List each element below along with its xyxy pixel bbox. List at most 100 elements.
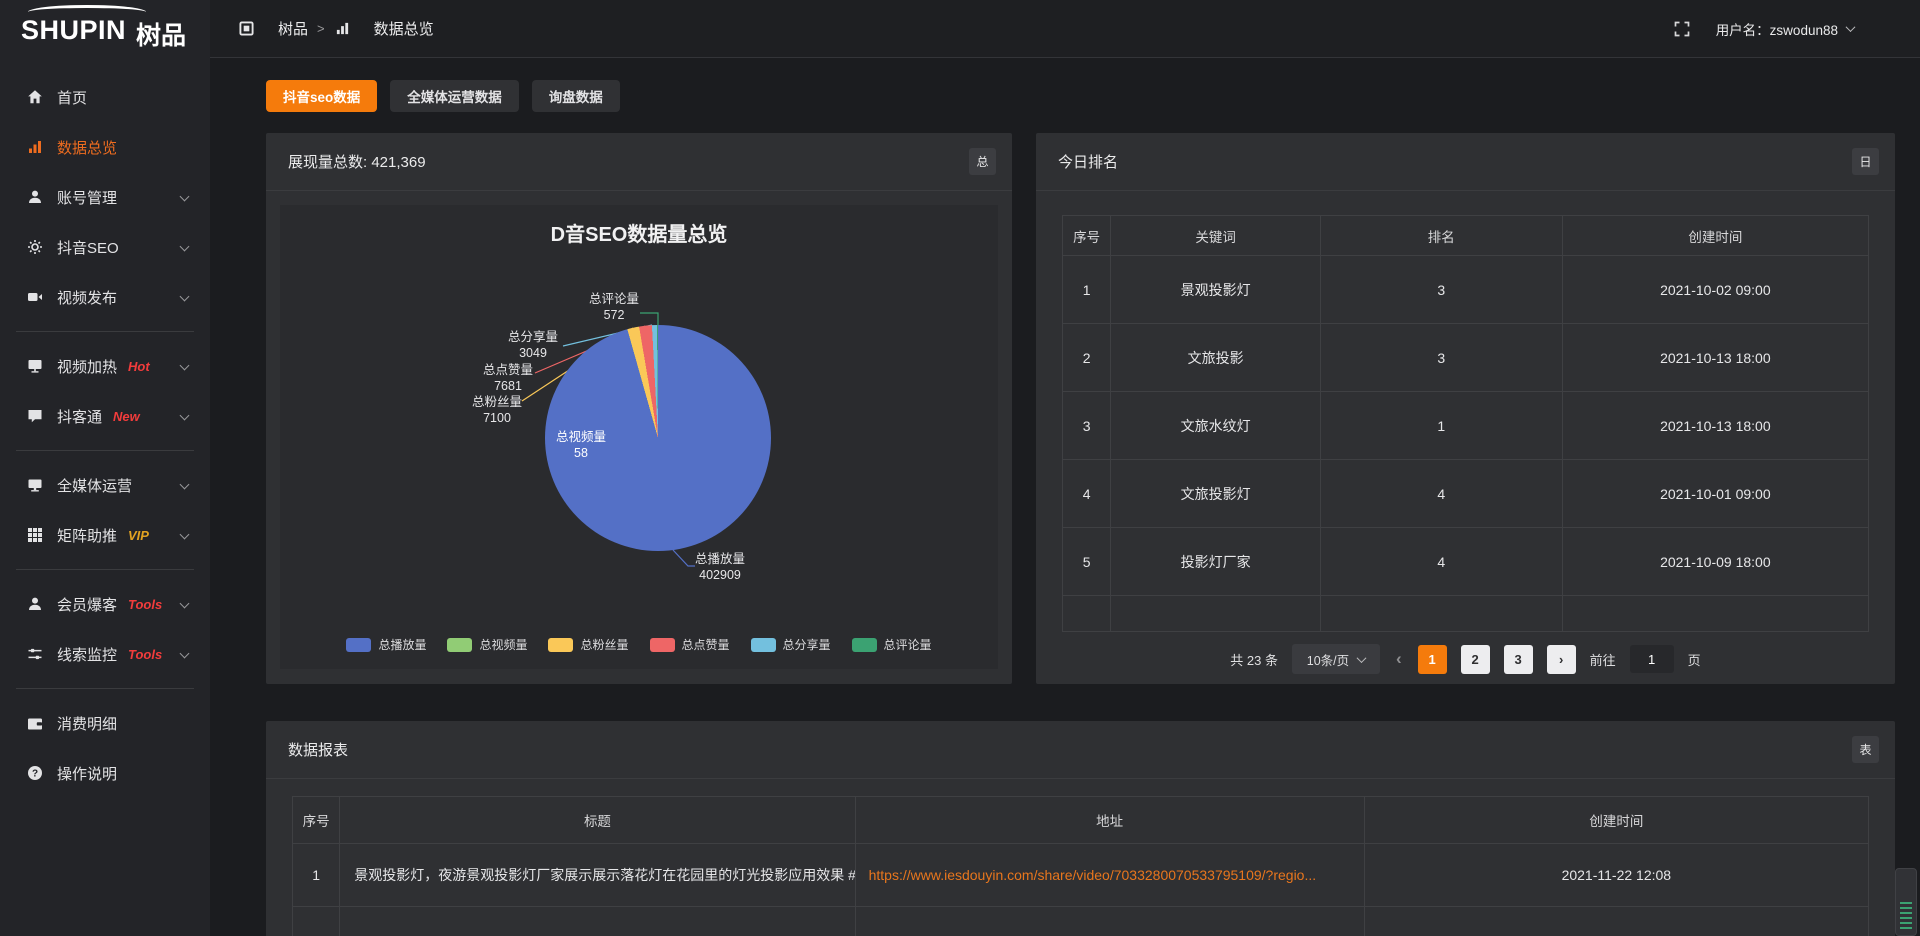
bar-chart-icon [26,139,43,156]
page-button-3[interactable]: 3 [1504,645,1533,674]
prev-page-button[interactable]: ‹ [1394,649,1404,669]
legend-item-comments[interactable]: 总评论量 [852,636,932,653]
sidebar-menu: 首页 数据总览 账号管理 抖音SEO 视频发布 视频加热 Hot [0,58,210,798]
sidebar-item-help[interactable]: ? 操作说明 [0,748,210,798]
legend-label: 总播放量 [378,636,426,653]
pie-label-name: 总评论量 [574,291,654,307]
sidebar-item-video-heat[interactable]: 视频加热 Hot [0,341,210,391]
table-toggle-button[interactable]: 表 [1852,736,1879,763]
sidebar-item-video-publish[interactable]: 视频发布 [0,272,210,322]
cell-keyword: 文旅投影灯 [1111,460,1321,528]
pie-chart-region: D音SEO数据量总览 总评论量 572 总分享量 3049 总点赞量 7681 [280,205,998,669]
wallet-icon [26,715,43,732]
user-menu[interactable]: 用户名：zswodun88 [1716,19,1854,39]
col-created: 创建时间 [1364,797,1868,844]
breadcrumb-page[interactable]: 数据总览 [374,18,434,39]
data-report-table: 序号 标题 地址 创建时间 1 景观投影灯，夜游景观投影灯厂家展示展示落花灯在花… [292,796,1869,936]
cell-rank: 1 [1320,392,1562,460]
breadcrumb-app[interactable]: 树品 [278,18,308,39]
pie-label-value: 3049 [493,345,573,361]
sidebar-item-label: 全媒体运营 [57,475,132,496]
sidebar-item-omni-media[interactable]: 全媒体运营 [0,460,210,510]
breadcrumb-separator: > [317,21,325,36]
sidebar-item-spend-detail[interactable]: 消费明细 [0,698,210,748]
cell-created: 2021-10-13 18:00 [1562,324,1868,392]
col-index: 序号 [1063,216,1111,256]
sidebar-item-matrix-boost[interactable]: 矩阵助推 VIP [0,510,210,560]
sidebar-item-douyin-seo[interactable]: 抖音SEO [0,222,210,272]
chevron-down-icon [180,192,190,202]
cell-rank: 4 [1320,528,1562,596]
chevron-down-icon [1357,653,1367,663]
table-header-row: 序号 标题 地址 创建时间 [293,797,1869,844]
person-icon [26,189,43,206]
pie-label-name: 总视频量 [541,429,621,445]
tab-omni-media-data[interactable]: 全媒体运营数据 [390,80,519,112]
cell-index: 4 [1063,460,1111,528]
sidebar-item-data-overview[interactable]: 数据总览 [0,122,210,172]
table-header-row: 序号 关键词 排名 创建时间 [1063,216,1869,256]
sidebar-item-label: 视频发布 [57,287,117,308]
goto-page-input[interactable]: 1 [1630,645,1674,673]
chevron-down-icon [180,530,190,540]
table-row[interactable]: 1 景观投影灯 3 2021-10-02 09:00 [1063,256,1869,324]
legend-item-videos[interactable]: 总视频量 [447,636,527,653]
chevron-down-icon [180,242,190,252]
pie-label-comments: 总评论量 572 [574,291,654,323]
pie-label-plays: 总播放量 402909 [675,551,765,583]
cell-created: 2021-10-01 09:00 [1562,460,1868,528]
legend-item-plays[interactable]: 总播放量 [346,636,426,653]
sidebar-item-label: 视频加热 [57,356,117,377]
cell-url-link[interactable]: https://www.iesdouyin.com/share/video/70… [855,844,1364,907]
legend-item-fans[interactable]: 总粉丝量 [548,636,628,653]
monitor-icon [26,358,43,375]
logo-text-cn: 树品 [136,16,186,52]
legend-swatch [852,638,877,652]
pie-label-name: 总播放量 [675,551,765,567]
legend-swatch [650,638,675,652]
table-row[interactable]: 2 文旅投影 3 2021-10-13 18:00 [1063,324,1869,392]
legend-item-shares[interactable]: 总分享量 [751,636,831,653]
sidebar-item-douketong[interactable]: 抖客通 New [0,391,210,441]
fullscreen-icon[interactable] [1674,21,1690,37]
chevron-down-icon [180,361,190,371]
total-toggle-button[interactable]: 总 [969,148,996,175]
next-page-button[interactable]: › [1547,645,1576,674]
sidebar-item-member-burst[interactable]: 会员爆客 Tools [0,579,210,629]
page-button-1[interactable]: 1 [1418,645,1447,674]
cell-keyword: 景观投影灯 [1111,256,1321,324]
cell-created: 2021-10-02 09:00 [1562,256,1868,324]
table-row[interactable]: 4 文旅投影灯 4 2021-10-01 09:00 [1063,460,1869,528]
legend-label: 总粉丝量 [580,636,628,653]
table-row[interactable]: 3 文旅水纹灯 1 2021-10-13 18:00 [1063,392,1869,460]
page-size-select[interactable]: 10条/页 [1292,644,1380,674]
chevron-down-icon [180,599,190,609]
tab-douyin-seo-data[interactable]: 抖音seo数据 [266,80,377,112]
scrollbar-thumb[interactable] [1895,868,1917,936]
home-icon [26,89,43,106]
pagination-total: 共 23 条 [1230,650,1278,669]
sidebar: SHUPIN 树品 首页 数据总览 账号管理 抖音SEO 视频发布 [0,0,210,936]
day-toggle-button[interactable]: 日 [1852,148,1879,175]
sidebar-item-label: 线索监控 [57,644,117,665]
table-row[interactable]: 1 景观投影灯，夜游景观投影灯厂家展示展示落花灯在花园里的灯光投影应用效果 # … [293,844,1869,907]
window-icon [238,20,255,37]
sidebar-item-lead-monitor[interactable]: 线索监控 Tools [0,629,210,679]
sidebar-item-account[interactable]: 账号管理 [0,172,210,222]
sidebar-item-label: 消费明细 [57,713,117,734]
tools-badge: Tools [128,597,162,612]
legend-label: 总分享量 [783,636,831,653]
legend-swatch [447,638,472,652]
pie-label-videos: 总视频量 58 [541,429,621,461]
sidebar-item-label: 抖客通 [57,406,102,427]
page-button-2[interactable]: 2 [1461,645,1490,674]
legend-item-likes[interactable]: 总点赞量 [650,636,730,653]
table-row[interactable]: 5 投影灯厂家 4 2021-10-09 18:00 [1063,528,1869,596]
sidebar-item-home[interactable]: 首页 [0,72,210,122]
table-row-empty [1063,596,1869,632]
report-table-wrap: 序号 标题 地址 创建时间 1 景观投影灯，夜游景观投影灯厂家展示展示落花灯在花… [292,796,1869,936]
legend-swatch [751,638,776,652]
gear-icon [26,239,43,256]
today-panel-header: 今日排名 日 [1036,133,1895,191]
tab-inquiry-data[interactable]: 询盘数据 [532,80,620,112]
